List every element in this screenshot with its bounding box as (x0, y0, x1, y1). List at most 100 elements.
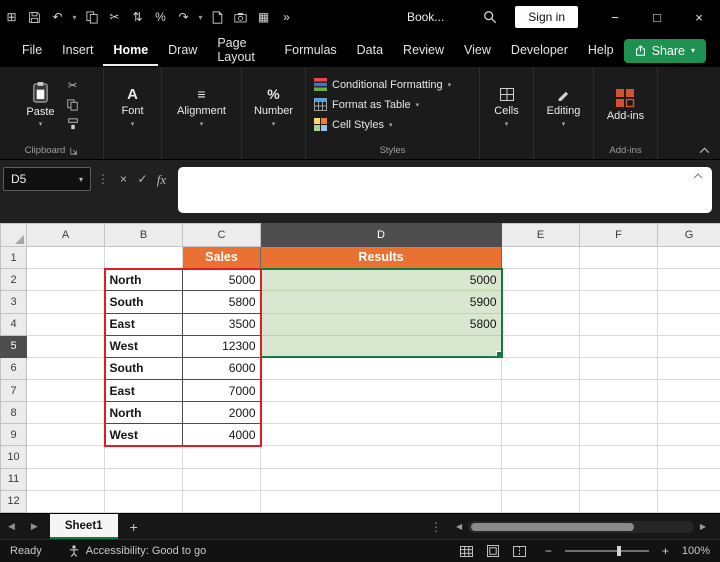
formula-bar-expand-icon[interactable] (693, 173, 703, 179)
cancel-entry-button[interactable]: × (114, 172, 133, 186)
cell[interactable] (580, 357, 658, 379)
collapse-ribbon-button[interactable] (699, 147, 710, 154)
addins-button[interactable]: Add-ins (599, 86, 652, 124)
cell-B9[interactable]: West (105, 424, 183, 446)
cell[interactable] (580, 335, 658, 357)
paste-button[interactable]: Paste ▾ (18, 79, 62, 130)
row-header-1[interactable]: 1 (1, 247, 27, 269)
sheet-tab-sheet1[interactable]: Sheet1 (50, 514, 118, 539)
sort-icon[interactable]: ⇅ (126, 0, 149, 34)
select-all-corner[interactable] (1, 224, 27, 247)
cell[interactable] (502, 357, 580, 379)
col-header-b[interactable]: B (105, 224, 183, 247)
cell[interactable] (27, 269, 105, 291)
fill-handle[interactable] (496, 351, 502, 357)
page-layout-view-icon[interactable] (487, 545, 499, 557)
row-header-7[interactable]: 7 (1, 380, 27, 402)
col-header-c[interactable]: C (183, 224, 261, 247)
zoom-slider-thumb[interactable] (617, 546, 621, 556)
cell[interactable] (580, 291, 658, 313)
tab-formulas[interactable]: Formulas (275, 35, 347, 66)
cell[interactable] (658, 490, 720, 512)
cell[interactable] (502, 490, 580, 512)
cell[interactable] (27, 313, 105, 335)
cell[interactable] (580, 490, 658, 512)
cell-C7[interactable]: 7000 (183, 380, 261, 402)
tab-data[interactable]: Data (347, 35, 393, 66)
cell-C1-sales-header[interactable]: Sales (183, 247, 261, 269)
cell[interactable] (27, 490, 105, 512)
page-break-view-icon[interactable] (513, 546, 526, 557)
copy-icon[interactable] (80, 0, 103, 34)
cell-C5[interactable]: 12300 (183, 335, 261, 357)
row-header-10[interactable]: 10 (1, 446, 27, 468)
cell[interactable] (658, 402, 720, 424)
cell[interactable] (261, 357, 502, 379)
tab-file[interactable]: File (12, 35, 52, 66)
cell[interactable] (27, 424, 105, 446)
cell-B7[interactable]: East (105, 380, 183, 402)
cell[interactable] (502, 335, 580, 357)
search-icon[interactable] (478, 0, 501, 34)
cell[interactable] (580, 402, 658, 424)
tab-insert[interactable]: Insert (52, 35, 103, 66)
cell[interactable] (27, 247, 105, 269)
cell-B3[interactable]: South (105, 291, 183, 313)
cell-C9[interactable]: 4000 (183, 424, 261, 446)
row-header-6[interactable]: 6 (1, 357, 27, 379)
confirm-entry-button[interactable]: ✓ (133, 172, 152, 186)
row-header-11[interactable]: 11 (1, 468, 27, 490)
cell[interactable] (27, 380, 105, 402)
row-header-5[interactable]: 5 (1, 335, 27, 357)
cell[interactable] (502, 446, 580, 468)
share-button[interactable]: Share ▾ (624, 39, 706, 63)
row-header-8[interactable]: 8 (1, 402, 27, 424)
col-header-g[interactable]: G (658, 224, 720, 247)
minimize-button[interactable]: − (594, 0, 636, 34)
cell[interactable] (502, 247, 580, 269)
close-button[interactable]: × (678, 0, 720, 34)
cell-C8[interactable]: 2000 (183, 402, 261, 424)
tab-view[interactable]: View (454, 35, 501, 66)
next-sheet-icon[interactable]: ▶ (23, 521, 46, 532)
tab-draw[interactable]: Draw (158, 35, 207, 66)
row-header-4[interactable]: 4 (1, 313, 27, 335)
cell[interactable] (183, 490, 261, 512)
row-header-9[interactable]: 9 (1, 424, 27, 446)
cell-D3[interactable]: 5900 (261, 291, 502, 313)
cell-D2[interactable]: 5000 (261, 269, 502, 291)
cell[interactable] (502, 291, 580, 313)
name-box[interactable]: D5 ▾ (3, 167, 91, 191)
cell[interactable] (27, 446, 105, 468)
cell[interactable] (658, 247, 720, 269)
cell[interactable] (183, 468, 261, 490)
redo-dropdown-icon[interactable]: ▾ (195, 0, 206, 34)
cell[interactable] (27, 468, 105, 490)
undo-icon[interactable]: ↶ (46, 0, 69, 34)
undo-dropdown-icon[interactable]: ▾ (69, 0, 80, 34)
new-sheet-button[interactable]: + (118, 519, 150, 535)
cell[interactable] (261, 424, 502, 446)
percent-icon[interactable]: % (149, 0, 172, 34)
alignment-group-collapsed[interactable]: ≡ Alignment ▾ (162, 67, 242, 159)
zoom-slider[interactable] (565, 550, 649, 552)
accessibility-status[interactable]: Accessibility: Good to go (68, 545, 206, 557)
cell[interactable] (658, 380, 720, 402)
scrollbar-thumb[interactable] (471, 523, 633, 531)
cell[interactable] (261, 446, 502, 468)
cell[interactable] (105, 468, 183, 490)
format-as-table-button[interactable]: Format as Table ▾ (310, 96, 475, 113)
cells-group-collapsed[interactable]: Cells ▾ (480, 67, 534, 159)
zoom-level[interactable]: 100% (682, 545, 710, 557)
cell[interactable] (580, 313, 658, 335)
cell[interactable] (658, 357, 720, 379)
sign-in-button[interactable]: Sign in (515, 6, 578, 28)
cell[interactable] (580, 446, 658, 468)
horizontal-scrollbar[interactable]: ◀ ▶ (450, 521, 712, 533)
cell-D5-active[interactable] (261, 335, 502, 357)
name-box-dropdown-icon[interactable]: ▾ (79, 175, 83, 184)
prev-sheet-icon[interactable]: ◀ (0, 521, 23, 532)
maximize-button[interactable]: □ (636, 0, 678, 34)
cell-B6[interactable]: South (105, 357, 183, 379)
font-group-collapsed[interactable]: A Font ▾ (104, 67, 162, 159)
